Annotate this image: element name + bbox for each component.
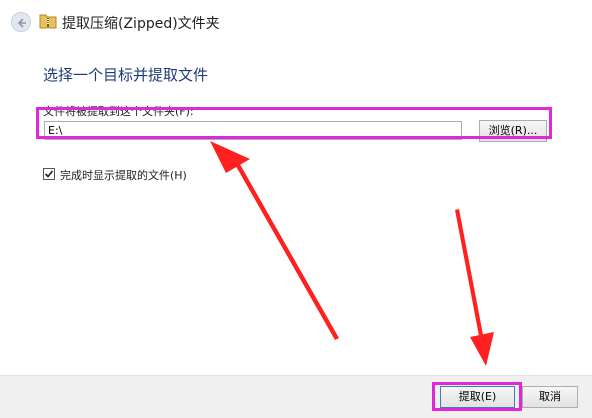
show-files-label[interactable]: 完成时显示提取的文件(H) (60, 167, 187, 183)
window-title: 提取压缩(Zipped)文件夹 (62, 16, 220, 32)
back-button[interactable] (11, 12, 31, 32)
checkmark-icon (44, 170, 54, 178)
extract-highlight-box (432, 382, 522, 411)
arrow-to-input-icon (210, 141, 339, 340)
destination-highlight-box (36, 107, 552, 139)
show-files-checkbox[interactable] (43, 168, 55, 180)
arrow-to-extract-icon (455, 209, 494, 366)
zip-folder-icon (39, 14, 57, 29)
back-arrow-icon (17, 18, 26, 28)
title-bar: 提取压缩(Zipped)文件夹 (0, 0, 592, 48)
annotation-arrows (210, 141, 494, 366)
cancel-button[interactable]: 取消 (522, 386, 578, 408)
page-heading: 选择一个目标并提取文件 (43, 66, 209, 84)
